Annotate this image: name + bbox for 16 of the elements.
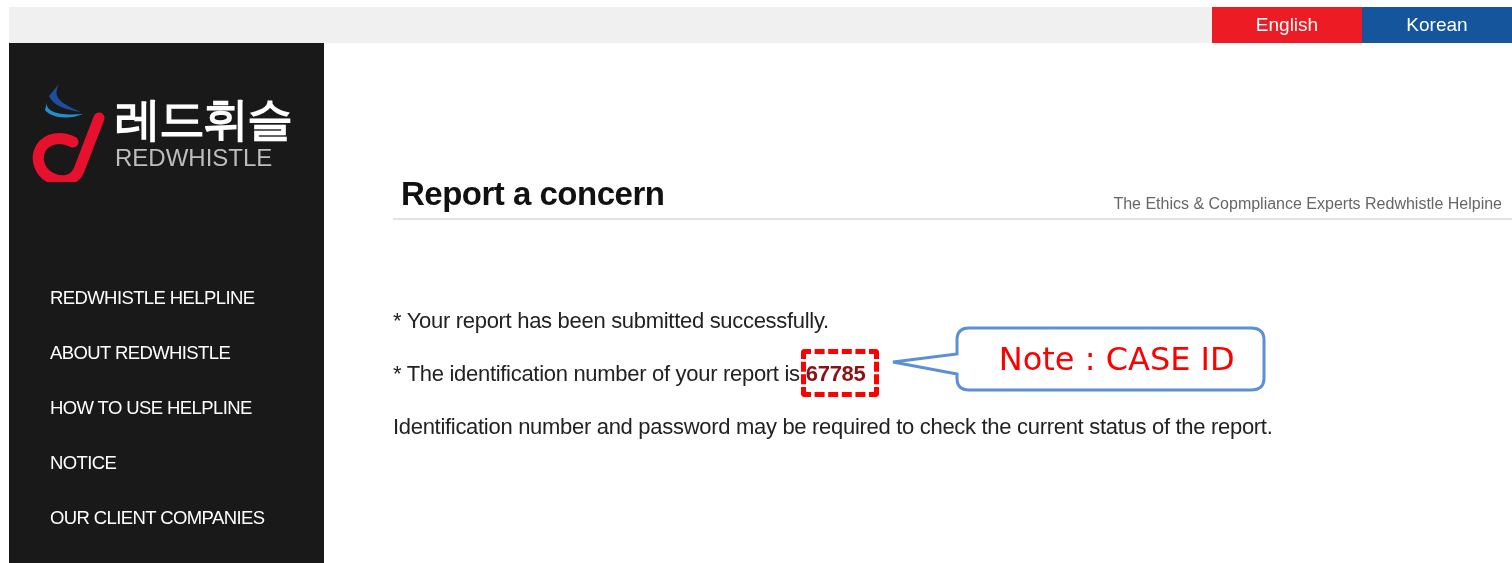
sidebar-item[interactable]: NOTICE bbox=[50, 452, 324, 474]
language-button[interactable]: Korean bbox=[1362, 7, 1512, 43]
language-button[interactable]: English bbox=[1212, 7, 1362, 43]
status-note: Identification number and password may be required to check the current status of the report. bbox=[393, 414, 1273, 439]
page-subtitle: The Ethics & Copmpliance Experts Redwhistle Helpine bbox=[1113, 195, 1502, 213]
sidebar-item[interactable]: OUR CLIENT COMPANIES bbox=[50, 507, 324, 529]
annotation-text: Note : CASE ID bbox=[998, 341, 1235, 377]
case-id-number: 67785 bbox=[805, 361, 866, 386]
success-message: * Your report has been submitted successfully. bbox=[393, 308, 829, 333]
id-message: * The identification number of your report is bbox=[393, 361, 800, 386]
page-title: Report a concern bbox=[401, 175, 665, 213]
sidebar-item[interactable]: REDWHISTLE HELPLINE bbox=[50, 287, 324, 309]
sidebar-item[interactable]: HOW TO USE HELPLINE bbox=[50, 397, 324, 419]
logo-wordmark: REDWHISTLE bbox=[115, 145, 274, 171]
logo-korean-text: 레드휘슬 bbox=[115, 93, 291, 145]
sidebar-item[interactable]: ABOUT REDWHISTLE bbox=[50, 342, 324, 364]
